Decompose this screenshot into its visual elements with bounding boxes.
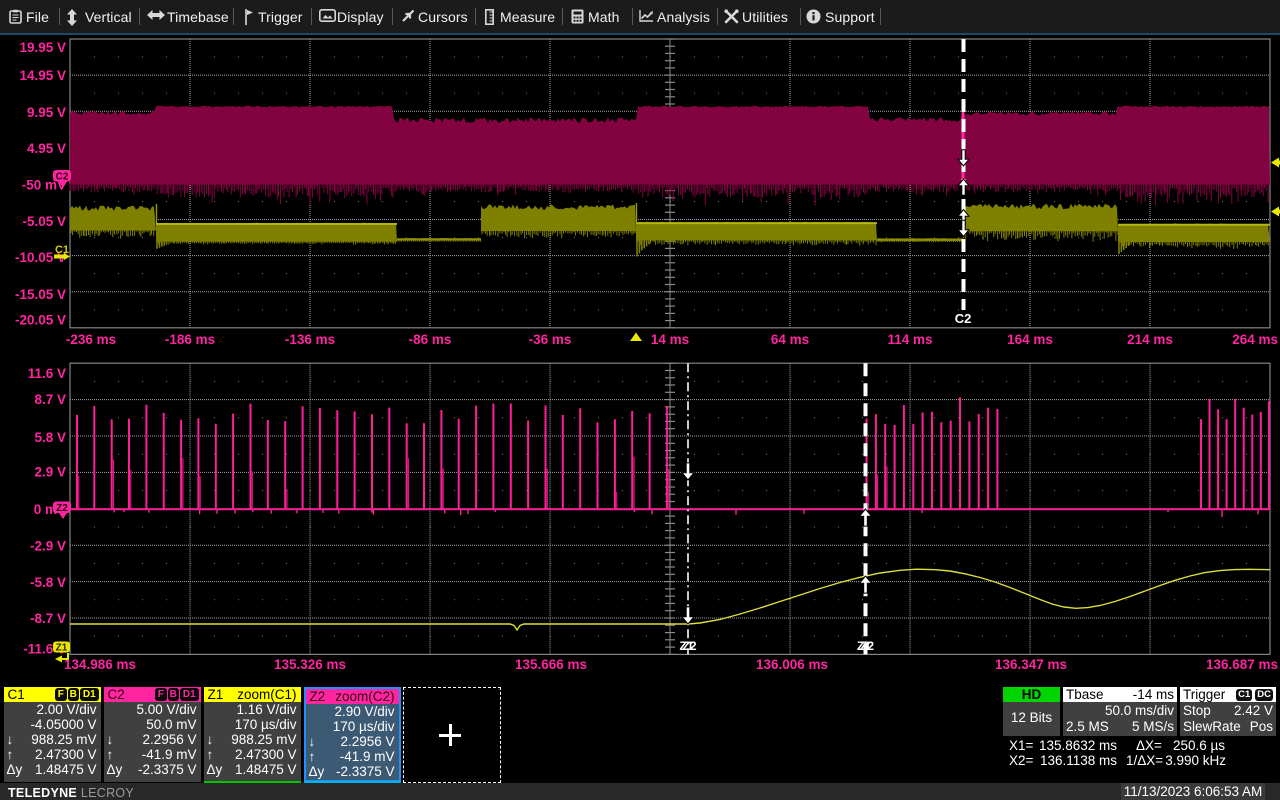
svg-text:C1: C1 — [55, 244, 69, 256]
svg-text:-5.8 V: -5.8 V — [30, 575, 66, 590]
svg-text:C2: C2 — [56, 172, 69, 183]
svg-text:Z2: Z2 — [860, 639, 874, 653]
svg-text:4.95 V: 4.95 V — [27, 141, 66, 156]
svg-text:214 ms: 214 ms — [1127, 332, 1173, 347]
svg-text:134.986 ms: 134.986 ms — [64, 657, 136, 672]
svg-text:14 ms: 14 ms — [651, 332, 689, 347]
svg-text:9.95 V: 9.95 V — [27, 105, 66, 120]
svg-text:-5.05 V: -5.05 V — [22, 214, 66, 229]
svg-text:-136 ms: -136 ms — [285, 332, 335, 347]
svg-text:-8.7 V: -8.7 V — [30, 611, 66, 626]
svg-text:19.95 V: 19.95 V — [19, 40, 66, 55]
svg-text:Z2: Z2 — [56, 503, 68, 514]
svg-text:-20.05 V: -20.05 V — [15, 313, 66, 328]
svg-text:-236 ms: -236 ms — [66, 332, 116, 347]
svg-text:136.006 ms: 136.006 ms — [756, 657, 828, 672]
svg-text:114 ms: 114 ms — [887, 332, 932, 347]
svg-text:-86 ms: -86 ms — [409, 332, 452, 347]
svg-text:14.95 V: 14.95 V — [19, 68, 66, 83]
svg-text:Z2: Z2 — [682, 639, 696, 653]
svg-text:164 ms: 164 ms — [1007, 332, 1053, 347]
svg-text:-15.05 V: -15.05 V — [15, 287, 66, 302]
svg-text:11.6 V: 11.6 V — [28, 366, 66, 381]
svg-text:264 ms: 264 ms — [1232, 332, 1278, 347]
svg-text:8.7 V: 8.7 V — [34, 392, 66, 407]
svg-text:-2.9 V: -2.9 V — [30, 539, 66, 554]
svg-text:-186 ms: -186 ms — [165, 332, 215, 347]
svg-text:136.687 ms: 136.687 ms — [1206, 657, 1278, 672]
svg-text:2.9 V: 2.9 V — [34, 465, 66, 480]
svg-text:136.347 ms: 136.347 ms — [995, 657, 1067, 672]
svg-text:64 ms: 64 ms — [771, 332, 809, 347]
svg-text:C2: C2 — [955, 311, 972, 326]
svg-text:5.8 V: 5.8 V — [34, 430, 66, 445]
svg-text:135.326 ms: 135.326 ms — [274, 657, 346, 672]
svg-text:135.666 ms: 135.666 ms — [515, 657, 587, 672]
svg-text:Z1: Z1 — [56, 643, 68, 654]
svg-text:-36 ms: -36 ms — [529, 332, 572, 347]
